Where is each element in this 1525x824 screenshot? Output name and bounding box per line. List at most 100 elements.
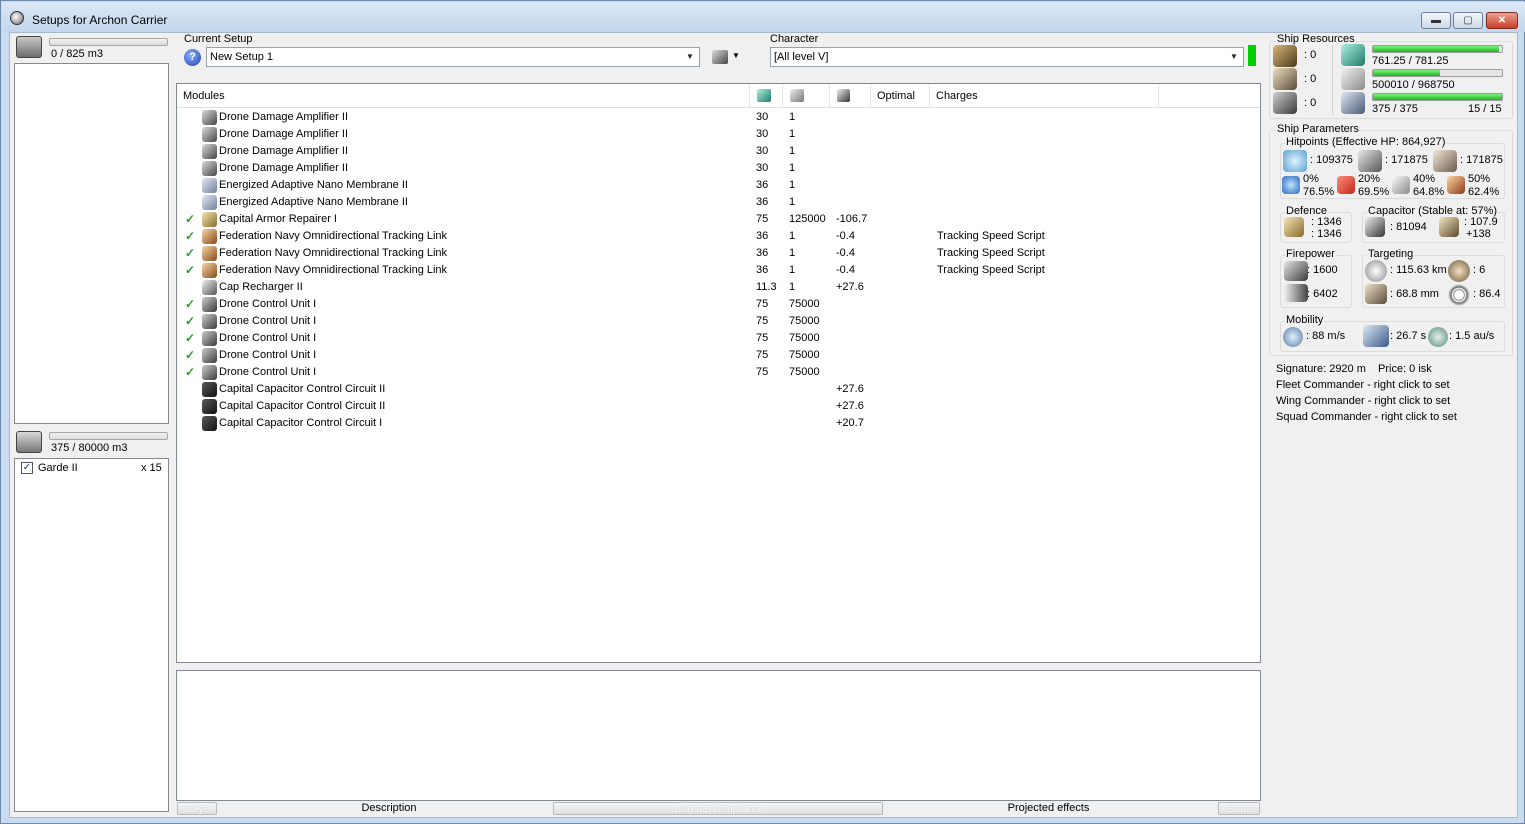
online-check-icon[interactable]: ✓ [185,365,195,379]
module-row[interactable]: Drone Damage Amplifier II 30 1 [177,143,1260,160]
online-check-icon[interactable]: ✓ [185,314,195,328]
modules-rows: Drone Damage Amplifier II 30 1 Drone Damage… [177,109,1260,659]
module-row[interactable]: ✓ Federation Navy Omnidirectional Trackin… [177,262,1260,279]
setup-options-arrow-icon[interactable]: ▼ [732,51,740,60]
maximize-button[interactable]: ▢ [1453,12,1483,29]
col-optimal[interactable]: Optimal [871,84,930,108]
col-capacitor[interactable] [830,84,871,108]
module-row[interactable]: Capital Capacitor Control Circuit I +20.7 [177,415,1260,432]
module-cpu: 75 [756,213,769,225]
module-name: Drone Control Unit I [219,298,317,310]
drone-dps-icon [1284,261,1308,281]
help-icon[interactable]: ? [184,49,201,66]
squad-commander[interactable]: Squad Commander - right click to set [1276,411,1457,423]
drone-checkbox[interactable]: ✓ [21,462,33,474]
title-bar[interactable]: Setups for Archon Carrier ▬ ▢ ✕ [2,2,1525,32]
col-charges[interactable]: Charges [930,84,1159,108]
capacitor-amount: : 81094 [1390,221,1427,233]
module-row[interactable]: ✓ Drone Control Unit I 75 75000 [177,364,1260,381]
module-icon [202,246,217,261]
module-name: Drone Damage Amplifier II [219,162,348,174]
online-check-icon[interactable]: ✓ [185,229,195,243]
explosive-resist-icon [1447,176,1465,194]
tab-bays[interactable]: Bays [177,802,217,815]
module-row[interactable]: Energized Adaptive Nano Membrane II 36 1 [177,194,1260,211]
module-row[interactable]: ✓ Federation Navy Omnidirectional Trackin… [177,228,1260,245]
online-check-icon[interactable]: ✓ [185,297,195,311]
cargo-panel[interactable] [14,63,169,424]
fleet-commander[interactable]: Fleet Commander - right click to set [1276,379,1450,391]
kinetic-resist-a: 40% [1413,173,1436,185]
module-row[interactable]: ✓ Drone Control Unit I 75 75000 [177,330,1260,347]
module-row[interactable]: Energized Adaptive Nano Membrane II 36 1 [177,177,1260,194]
module-cpu: 30 [756,145,769,157]
defence-a: : 1346 [1311,216,1342,228]
module-row[interactable]: Drone Damage Amplifier II 30 1 [177,126,1260,143]
powergrid-value: 500010 / 968750 [1372,79,1455,91]
module-row[interactable]: Drone Damage Amplifier II 30 1 [177,160,1260,177]
close-button[interactable]: ✕ [1486,12,1518,29]
sensor-strength: : 86.4 [1473,288,1501,300]
tab-boosters-implants[interactable]: Boosters\Implants [553,802,883,815]
module-row[interactable]: Drone Damage Amplifier II 30 1 [177,109,1260,126]
col-modules[interactable]: Modules [177,84,750,108]
powergrid-icon [790,89,804,102]
online-check-icon[interactable]: ✓ [185,331,195,345]
module-name: Drone Control Unit I [219,349,317,361]
online-check-icon[interactable]: ✓ [185,212,195,226]
structure-icon [1433,150,1457,172]
module-row[interactable]: ✓ Capital Armor Repairer I 75 125000 -106.7 [177,211,1260,228]
setup-options-icon[interactable] [712,50,728,64]
speed-icon [1283,327,1303,347]
character-select[interactable]: [All level V] ▼ [770,47,1244,67]
chevron-down-icon: ▼ [1230,52,1238,61]
module-capacitor: +27.6 [836,281,864,293]
active-drones-value: 15 / 15 [1468,103,1502,115]
module-cpu: 30 [756,111,769,123]
em-resist-a: 0% [1303,173,1319,185]
module-powergrid: 125000 [789,213,826,225]
powergrid-icon [1341,68,1365,90]
module-icon [202,280,217,295]
turret-hardpoint-icon [1273,45,1297,67]
description-panel[interactable] [176,670,1261,801]
modules-list[interactable]: Modules Optimal Charges Drone Damage Amp… [176,83,1261,663]
online-check-icon[interactable]: ✓ [185,246,195,260]
armor-icon [1358,150,1382,172]
minimize-button[interactable]: ▬ [1421,12,1451,29]
tab-projected-effects[interactable]: Projected effects [991,802,1106,815]
module-icon [202,110,217,125]
online-check-icon[interactable]: ✓ [185,348,195,362]
tab-description[interactable]: Description [341,802,437,815]
module-icon [202,297,217,312]
module-powergrid: 1 [789,230,796,242]
tab-stats[interactable]: Stats [1218,802,1260,815]
col-cpu[interactable] [750,84,783,108]
module-powergrid: 1 [789,264,796,276]
launcher-hardpoints-value: : 0 [1304,73,1317,85]
module-row[interactable]: ✓ Drone Control Unit I 75 75000 [177,347,1260,364]
drone-name[interactable]: Garde II [38,462,78,474]
online-check-icon[interactable]: ✓ [185,263,195,277]
module-icon [202,144,217,159]
firepower-label: Firepower [1285,248,1336,260]
module-row[interactable]: ✓ Drone Control Unit I 75 75000 [177,313,1260,330]
module-row[interactable]: ✓ Drone Control Unit I 75 75000 [177,296,1260,313]
module-charge: Tracking Speed Script [937,230,1045,242]
module-row[interactable]: ✓ Federation Navy Omnidirectional Trackin… [177,245,1260,262]
module-cpu: 36 [756,264,769,276]
drone-bandwidth-icon [1341,92,1365,114]
module-row[interactable]: Cap Recharger II 11.3 1 +27.6 [177,279,1260,296]
module-row[interactable]: Capital Capacitor Control Circuit II +27.… [177,381,1260,398]
thermal-resist-icon [1337,176,1355,194]
wing-commander[interactable]: Wing Commander - right click to set [1276,395,1450,407]
col-powergrid[interactable] [783,84,830,108]
module-icon [202,314,217,329]
module-capacitor: -0.4 [836,247,855,259]
setup-select[interactable]: New Setup 1 ▼ [206,47,700,67]
max-targets: : 6 [1473,264,1486,276]
cargo-value: 0 / 825 m3 [51,48,103,60]
module-capacitor: +27.6 [836,400,864,412]
drone-bay-panel[interactable]: ✓ Garde II x 15 [14,458,169,812]
module-row[interactable]: Capital Capacitor Control Circuit II +27.… [177,398,1260,415]
